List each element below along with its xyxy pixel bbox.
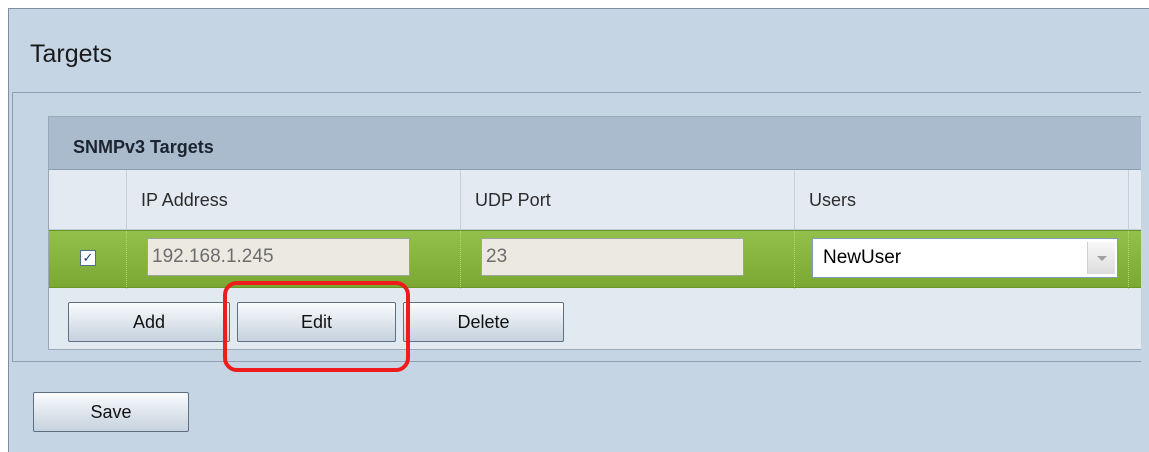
row-select-checkbox[interactable]: ✓ [80,250,96,266]
page-title: Targets [30,40,112,68]
column-header-extra [1128,170,1143,230]
table-header-row: IP Address UDP Port Users [49,170,1141,230]
section-header: SNMPv3 Targets [49,117,1141,170]
chevron-down-icon[interactable] [1087,242,1115,274]
save-button[interactable]: Save [33,392,189,432]
users-select[interactable]: NewUser [812,238,1118,278]
column-header-udp-port: UDP Port [460,170,794,230]
column-header-select [49,170,126,230]
row-cell-extra [1128,231,1141,289]
ip-address-field[interactable]: 192.168.1.245 [147,238,410,276]
udp-port-field[interactable]: 23 [481,238,744,276]
delete-button[interactable]: Delete [403,302,564,342]
column-header-users: Users [794,170,1128,230]
users-select-value: NewUser [823,247,902,268]
edit-button[interactable]: Edit [237,302,396,342]
add-button[interactable]: Add [68,302,230,342]
column-header-ip-address: IP Address [126,170,460,230]
